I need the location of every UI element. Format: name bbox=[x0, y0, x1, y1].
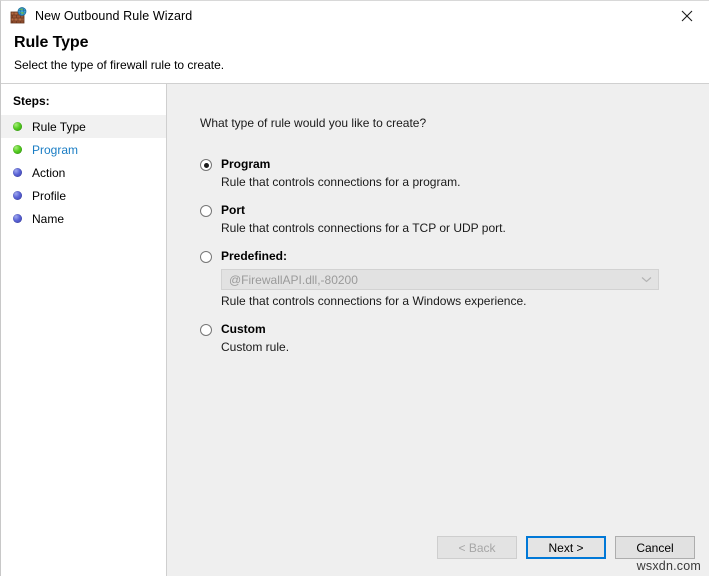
page-subtitle: Select the type of firewall rule to crea… bbox=[14, 58, 225, 72]
option-program-description: Rule that controls connections for a pro… bbox=[221, 175, 461, 189]
sidebar-item-label: Name bbox=[32, 211, 65, 226]
sidebar-item-label: Program bbox=[32, 142, 79, 157]
option-custom: Custom Custom rule. bbox=[200, 323, 709, 354]
title-bar: New Outbound Rule Wizard bbox=[1, 1, 709, 31]
next-button[interactable]: Next > bbox=[526, 536, 606, 559]
button-bar: < Back Next > Cancel bbox=[167, 526, 709, 576]
radio-custom[interactable] bbox=[200, 324, 212, 336]
watermark: wsxdn.com bbox=[636, 559, 701, 573]
option-program-row[interactable]: Program bbox=[200, 158, 709, 171]
option-custom-label: Custom bbox=[221, 322, 266, 336]
step-bullet-icon bbox=[13, 191, 22, 200]
sidebar-item-name[interactable]: Name bbox=[1, 207, 166, 230]
option-program-label: Program bbox=[221, 157, 271, 171]
close-icon[interactable] bbox=[664, 1, 709, 31]
chevron-down-icon bbox=[641, 276, 652, 283]
wizard-body: Steps: Rule Type Program Action Profile … bbox=[1, 84, 709, 576]
window-title: New Outbound Rule Wizard bbox=[35, 9, 193, 23]
radio-predefined[interactable] bbox=[200, 251, 212, 263]
sidebar-item-label: Rule Type bbox=[32, 119, 86, 134]
question-text: What type of rule would you like to crea… bbox=[200, 116, 427, 130]
firewall-globe-icon bbox=[10, 7, 28, 25]
step-bullet-icon bbox=[13, 122, 22, 131]
page-title: Rule Type bbox=[14, 34, 89, 51]
option-predefined: Predefined: @FirewallAPI.dll,-80200 Rule… bbox=[200, 250, 709, 308]
sidebar-item-profile[interactable]: Profile bbox=[1, 184, 166, 207]
wizard-window: New Outbound Rule Wizard Rule Type Selec… bbox=[0, 0, 709, 576]
sidebar-item-label: Action bbox=[32, 165, 66, 180]
steps-heading: Steps: bbox=[13, 94, 50, 108]
option-port-row[interactable]: Port bbox=[200, 204, 709, 217]
back-button[interactable]: < Back bbox=[437, 536, 517, 559]
content-inner: What type of rule would you like to crea… bbox=[167, 90, 709, 526]
option-port: Port Rule that controls connections for … bbox=[200, 204, 709, 235]
option-predefined-label: Predefined: bbox=[221, 249, 288, 263]
sidebar-item-action[interactable]: Action bbox=[1, 161, 166, 184]
option-predefined-description: Rule that controls connections for a Win… bbox=[221, 294, 527, 308]
sidebar-item-program[interactable]: Program bbox=[1, 138, 166, 161]
option-port-description: Rule that controls connections for a TCP… bbox=[221, 221, 506, 235]
option-program: Program Rule that controls connections f… bbox=[200, 158, 709, 189]
sidebar-item-rule-type[interactable]: Rule Type bbox=[1, 115, 166, 138]
predefined-dropdown-value: @FirewallAPI.dll,-80200 bbox=[229, 272, 358, 287]
cancel-button[interactable]: Cancel bbox=[615, 536, 695, 559]
option-custom-description: Custom rule. bbox=[221, 340, 290, 354]
option-port-label: Port bbox=[221, 203, 245, 217]
option-predefined-row[interactable]: Predefined: bbox=[200, 250, 709, 263]
sidebar-item-label: Profile bbox=[32, 188, 67, 203]
step-bullet-icon bbox=[13, 145, 22, 154]
content-pane: What type of rule would you like to crea… bbox=[167, 84, 709, 576]
step-bullet-icon bbox=[13, 214, 22, 223]
steps-sidebar: Steps: Rule Type Program Action Profile … bbox=[1, 84, 167, 576]
option-custom-row[interactable]: Custom bbox=[200, 323, 709, 336]
radio-program[interactable] bbox=[200, 159, 212, 171]
step-bullet-icon bbox=[13, 168, 22, 177]
radio-port[interactable] bbox=[200, 205, 212, 217]
predefined-dropdown[interactable]: @FirewallAPI.dll,-80200 bbox=[221, 269, 659, 290]
page-header: Rule Type Select the type of firewall ru… bbox=[1, 31, 709, 84]
